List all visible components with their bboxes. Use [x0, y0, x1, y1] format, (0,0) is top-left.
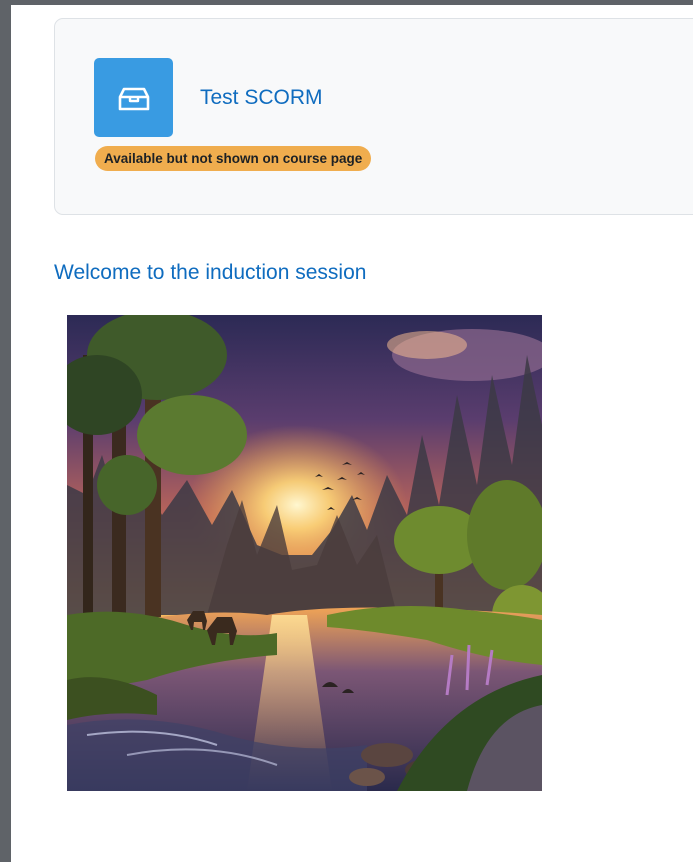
activity-name-link[interactable]: Test SCORM	[200, 86, 323, 110]
welcome-link[interactable]: Welcome to the induction session	[54, 261, 366, 285]
landscape-image	[67, 315, 542, 791]
frame-edge	[11, 5, 13, 862]
package-box-icon[interactable]	[94, 58, 173, 137]
availability-badge: Available but not shown on course page	[95, 146, 372, 171]
package-box-icon-graphic	[118, 87, 149, 110]
